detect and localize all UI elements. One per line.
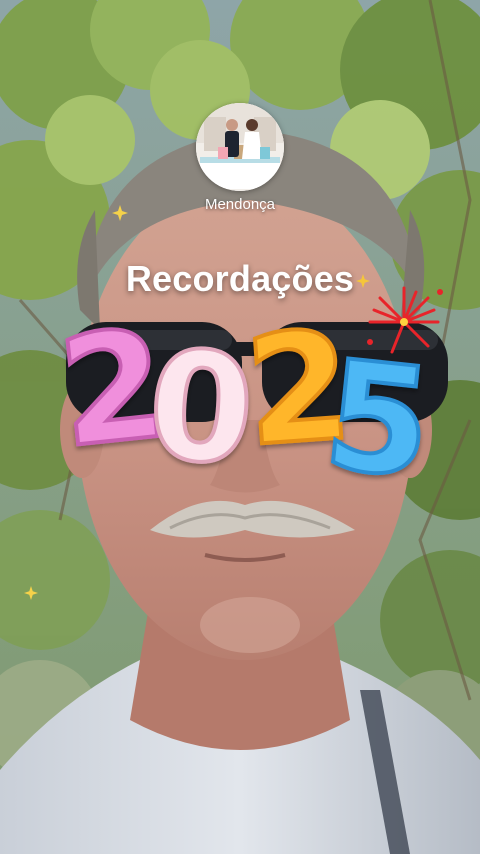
year-digit-4: 5 [317, 328, 439, 482]
story-username[interactable]: Mendonça [0, 196, 480, 213]
year-2025-sticker[interactable]: 2 0 2 5 [56, 282, 456, 482]
year-digit-2: 0 [143, 318, 259, 482]
profile-avatar[interactable] [196, 103, 284, 191]
sparkle-icon [24, 586, 38, 600]
avatar-photo [196, 103, 284, 191]
